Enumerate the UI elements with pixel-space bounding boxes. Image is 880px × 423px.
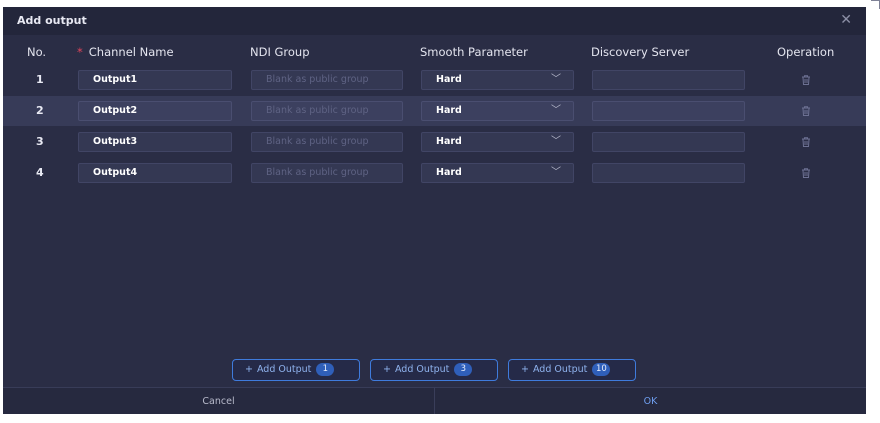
- trash-icon[interactable]: [800, 136, 812, 148]
- table-row: 3 Output3 Blank as public group Hard ﹀: [3, 127, 866, 157]
- add-output-dialog: Add output ✕ No. * Channel Name NDI Group…: [3, 7, 866, 414]
- smooth-parameter-value: Hard: [436, 167, 462, 178]
- chevron-down-icon: ﹀: [551, 105, 561, 116]
- add-output-label: Add Output: [532, 364, 588, 375]
- trash-icon[interactable]: [800, 74, 812, 86]
- close-icon[interactable]: ✕: [840, 12, 852, 28]
- column-no: No.: [27, 45, 47, 59]
- table-row: 4 Output4 Blank as public group Hard ﹀: [3, 158, 866, 188]
- chevron-down-icon: ﹀: [551, 74, 561, 85]
- add-output-label: Add Output: [394, 364, 450, 375]
- smooth-parameter-value: Hard: [436, 105, 462, 116]
- discovery-server-input[interactable]: [592, 132, 745, 152]
- count-badge: 3: [454, 363, 473, 376]
- column-smooth-parameter: Smooth Parameter: [420, 45, 528, 59]
- column-ndi-group: NDI Group: [250, 45, 310, 59]
- row-number: 1: [36, 73, 44, 86]
- resize-corner: [871, 0, 880, 9]
- channel-name-input[interactable]: Output4: [78, 163, 232, 183]
- table-row: 2 Output2 Blank as public group Hard ﹀: [3, 96, 866, 126]
- smooth-parameter-select[interactable]: Hard ﹀: [421, 163, 574, 183]
- required-marker: *: [77, 45, 83, 59]
- add-output-3-button[interactable]: + Add Output 3: [370, 359, 498, 381]
- plus-icon: +: [521, 364, 529, 375]
- smooth-parameter-select[interactable]: Hard ﹀: [421, 101, 574, 121]
- row-number: 4: [36, 166, 44, 179]
- cancel-button[interactable]: Cancel: [3, 388, 434, 414]
- dialog-title: Add output: [17, 14, 87, 27]
- count-badge: 10: [592, 363, 611, 376]
- channel-name-input[interactable]: Output3: [78, 132, 232, 152]
- count-badge: 1: [316, 363, 335, 376]
- ndi-group-input[interactable]: Blank as public group: [251, 163, 403, 183]
- discovery-server-input[interactable]: [592, 101, 745, 121]
- column-discovery-server: Discovery Server: [591, 45, 690, 59]
- add-output-label: Add Output: [256, 364, 312, 375]
- ndi-group-input[interactable]: Blank as public group: [251, 101, 403, 121]
- column-channel-name: * Channel Name: [77, 45, 174, 59]
- add-output-10-button[interactable]: + Add Output 10: [508, 359, 636, 381]
- dialog-titlebar: Add output ✕: [3, 7, 866, 35]
- row-number: 3: [36, 135, 44, 148]
- column-channel-name-label: Channel Name: [88, 45, 174, 59]
- channel-name-input[interactable]: Output2: [78, 101, 232, 121]
- trash-icon[interactable]: [800, 105, 812, 117]
- add-output-1-button[interactable]: + Add Output 1: [232, 359, 360, 381]
- add-output-bar: + Add Output 1 + Add Output 3 + Add Output 10: [3, 359, 866, 381]
- smooth-parameter-select[interactable]: Hard ﹀: [421, 70, 574, 90]
- table-row: 1 Output1 Blank as public group Hard ﹀: [3, 65, 866, 95]
- table-header: No. * Channel Name NDI Group Smooth Param…: [3, 35, 866, 65]
- chevron-down-icon: ﹀: [551, 136, 561, 147]
- ndi-group-input[interactable]: Blank as public group: [251, 132, 403, 152]
- dialog-footer: Cancel OK: [3, 387, 866, 414]
- channel-name-input[interactable]: Output1: [78, 70, 232, 90]
- ok-button[interactable]: OK: [435, 388, 866, 414]
- smooth-parameter-select[interactable]: Hard ﹀: [421, 132, 574, 152]
- smooth-parameter-value: Hard: [436, 74, 462, 85]
- plus-icon: +: [383, 364, 391, 375]
- trash-icon[interactable]: [800, 167, 812, 179]
- smooth-parameter-value: Hard: [436, 136, 462, 147]
- row-number: 2: [36, 104, 44, 117]
- discovery-server-input[interactable]: [592, 163, 745, 183]
- plus-icon: +: [245, 364, 253, 375]
- ndi-group-input[interactable]: Blank as public group: [251, 70, 403, 90]
- discovery-server-input[interactable]: [592, 70, 745, 90]
- chevron-down-icon: ﹀: [551, 167, 561, 178]
- column-operation: Operation: [777, 45, 835, 59]
